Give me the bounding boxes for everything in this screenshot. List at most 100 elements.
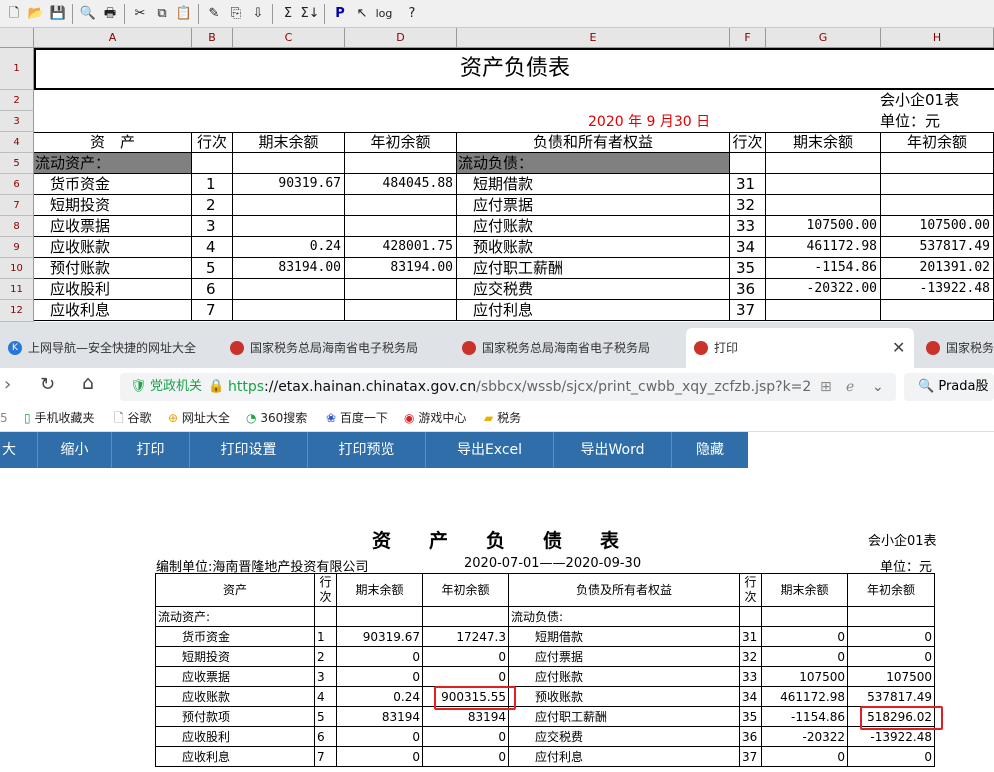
sheet-cell-f[interactable]: 32 (730, 195, 766, 216)
row-header-6[interactable]: 6 (0, 174, 34, 195)
save-icon[interactable]: 💾 (48, 4, 68, 24)
sheet-cell-g[interactable] (766, 174, 881, 195)
forward-icon[interactable]: › (4, 374, 11, 395)
sheet-cell-a[interactable]: 预付账款 (34, 258, 192, 279)
sheet-cell-g[interactable]: -1154.86 (766, 258, 881, 279)
spreadsheet-grid[interactable]: A B C D E F G H 1 2 3 4 5 6 7 8 9 10 11 … (0, 28, 994, 322)
sheet-hdr-end[interactable]: 期末余额 (233, 132, 345, 153)
sheet-cell-d[interactable] (345, 300, 457, 321)
sheet-cell-a[interactable]: 应收账款 (34, 237, 192, 258)
sheet-cell-d[interactable] (345, 195, 457, 216)
bookmark-mobile[interactable]: ▯ 手机收藏夹 (24, 404, 94, 432)
sheet-cell-e[interactable]: 应付利息 (457, 300, 730, 321)
sheet-cell-d[interactable]: 83194.00 (345, 258, 457, 279)
sheet-cell-a[interactable]: 货币资金 (34, 174, 192, 195)
bookmark-games[interactable]: ◉ 游戏中心 (404, 404, 466, 432)
sheet-cell-a[interactable]: 短期投资 (34, 195, 192, 216)
print-button[interactable]: 打印 (112, 432, 190, 468)
sheet-cell-f[interactable]: 35 (730, 258, 766, 279)
sheet-cell-e[interactable]: 应交税费 (457, 279, 730, 300)
cut-icon[interactable]: ✂ (130, 4, 150, 24)
tab-etax-2[interactable]: 国家税务总局海南省电子税务局 (454, 328, 680, 368)
col-header-c[interactable]: C (233, 28, 345, 48)
sheet-cell-f[interactable]: 33 (730, 216, 766, 237)
row-header-10[interactable]: 10 (0, 258, 34, 279)
sheet-cell-h[interactable]: 537817.49 (881, 237, 994, 258)
sheet-cell-f[interactable]: 31 (730, 174, 766, 195)
tab-etax-3[interactable]: 国家税务 (918, 328, 994, 368)
bookmark-tax[interactable]: ▰ 税务 (484, 404, 521, 432)
sheet-cell-d[interactable]: 484045.88 (345, 174, 457, 195)
sheet-section-right[interactable]: 流动负债： (457, 153, 730, 174)
print-preview-icon[interactable]: 🔍 (78, 4, 98, 24)
sheet-cell-e[interactable]: 应付账款 (457, 216, 730, 237)
row-header-9[interactable]: 9 (0, 237, 34, 258)
copy-icon[interactable]: ⧉ (152, 4, 172, 24)
parameter-icon[interactable]: P (330, 4, 350, 24)
print-preview-button[interactable]: 打印预览 (308, 432, 426, 468)
col-header-e[interactable]: E (457, 28, 730, 48)
sheet-cell-a[interactable]: 应收股利 (34, 279, 192, 300)
sheet-cell-d[interactable]: 428001.75 (345, 237, 457, 258)
sheet-section-left[interactable]: 流动资产： (34, 153, 192, 174)
sheet-hdr-begin2[interactable]: 年初余额 (881, 132, 994, 153)
sheet-cell-h[interactable] (881, 300, 994, 321)
url-bar[interactable]: 🛡 党政机关 🔒 https://etax.hainan.chinatax.go… (120, 373, 896, 401)
sheet-cell-a[interactable]: 应收票据 (34, 216, 192, 237)
sheet-cell-g[interactable]: 107500.00 (766, 216, 881, 237)
row-header-2[interactable]: 2 (0, 90, 34, 111)
sheet-cell-b[interactable]: 4 (192, 237, 233, 258)
log-icon[interactable]: log (374, 4, 394, 24)
search-box[interactable]: 🔍 Prada股 (904, 373, 994, 401)
sheet-cell-g[interactable]: -20322.00 (766, 279, 881, 300)
sheet-cell-c[interactable] (233, 279, 345, 300)
zoom-out-button[interactable]: 缩小 (38, 432, 112, 468)
paste-icon[interactable]: 📋 (174, 4, 194, 24)
sheet-cell-e[interactable]: 应付职工薪酬 (457, 258, 730, 279)
sheet-cell-c[interactable] (233, 216, 345, 237)
col-header-d[interactable]: D (345, 28, 457, 48)
sheet-cell-d[interactable] (345, 279, 457, 300)
col-header-a[interactable]: A (34, 28, 192, 48)
sheet-cell-h[interactable]: -13922.48 (881, 279, 994, 300)
corner-cell[interactable] (0, 28, 34, 48)
sheet-cell-b[interactable]: 1 (192, 174, 233, 195)
new-file-icon[interactable]: 🗋 (4, 4, 24, 24)
sheet-date[interactable]: 2020 年 9 月30 日 (588, 112, 710, 132)
row-header-11[interactable]: 11 (0, 279, 34, 300)
sheet-cell[interactable] (766, 153, 881, 174)
sheet-cell-c[interactable]: 90319.67 (233, 174, 345, 195)
open-folder-icon[interactable]: 📂 (26, 4, 46, 24)
sheet-cell-f[interactable]: 37 (730, 300, 766, 321)
sheet-cell[interactable] (730, 153, 766, 174)
sort-icon[interactable]: ⇩ (248, 4, 268, 24)
sheet-cell-e[interactable]: 短期借款 (457, 174, 730, 195)
sum-column-icon[interactable]: Σ↓ (300, 4, 320, 24)
sheet-cell[interactable] (345, 153, 457, 174)
sheet-cell-f[interactable]: 34 (730, 237, 766, 258)
sheet-cell-d[interactable] (345, 216, 457, 237)
sheet-cell-g[interactable]: 461172.98 (766, 237, 881, 258)
sheet-cell-b[interactable]: 5 (192, 258, 233, 279)
sheet-cell-e[interactable]: 预收账款 (457, 237, 730, 258)
sheet-cell-c[interactable] (233, 195, 345, 216)
compat-icon[interactable]: ℯ (846, 373, 854, 401)
row-header-4[interactable]: 4 (0, 132, 34, 153)
bookmark-baidu[interactable]: ❀ 百度一下 (326, 404, 388, 432)
export-word-button[interactable]: 导出Word (554, 432, 672, 468)
row-header-5[interactable]: 5 (0, 153, 34, 174)
sheet-cell-e[interactable]: 应付票据 (457, 195, 730, 216)
sheet-cell-h[interactable]: 201391.02 (881, 258, 994, 279)
sheet-cell-f[interactable]: 36 (730, 279, 766, 300)
sheet-hdr-end2[interactable]: 期末余额 (766, 132, 881, 153)
row-header-8[interactable]: 8 (0, 216, 34, 237)
sheet-cell-g[interactable] (766, 195, 881, 216)
sheet-cell-b[interactable]: 6 (192, 279, 233, 300)
tab-etax-1[interactable]: 国家税务总局海南省电子税务局 (222, 328, 448, 368)
format-icon[interactable]: ✎ (204, 4, 224, 24)
sheet-hdr-begin[interactable]: 年初余额 (345, 132, 457, 153)
sheet-title[interactable]: 资产负债表 (34, 48, 994, 90)
tab-nav[interactable]: K 上网导航—安全快捷的网址大全 (0, 328, 218, 368)
bookmark-hao[interactable]: ⊕ 网址大全 (168, 404, 230, 432)
bookmark-google[interactable]: 🗋 谷歌 (114, 404, 152, 432)
